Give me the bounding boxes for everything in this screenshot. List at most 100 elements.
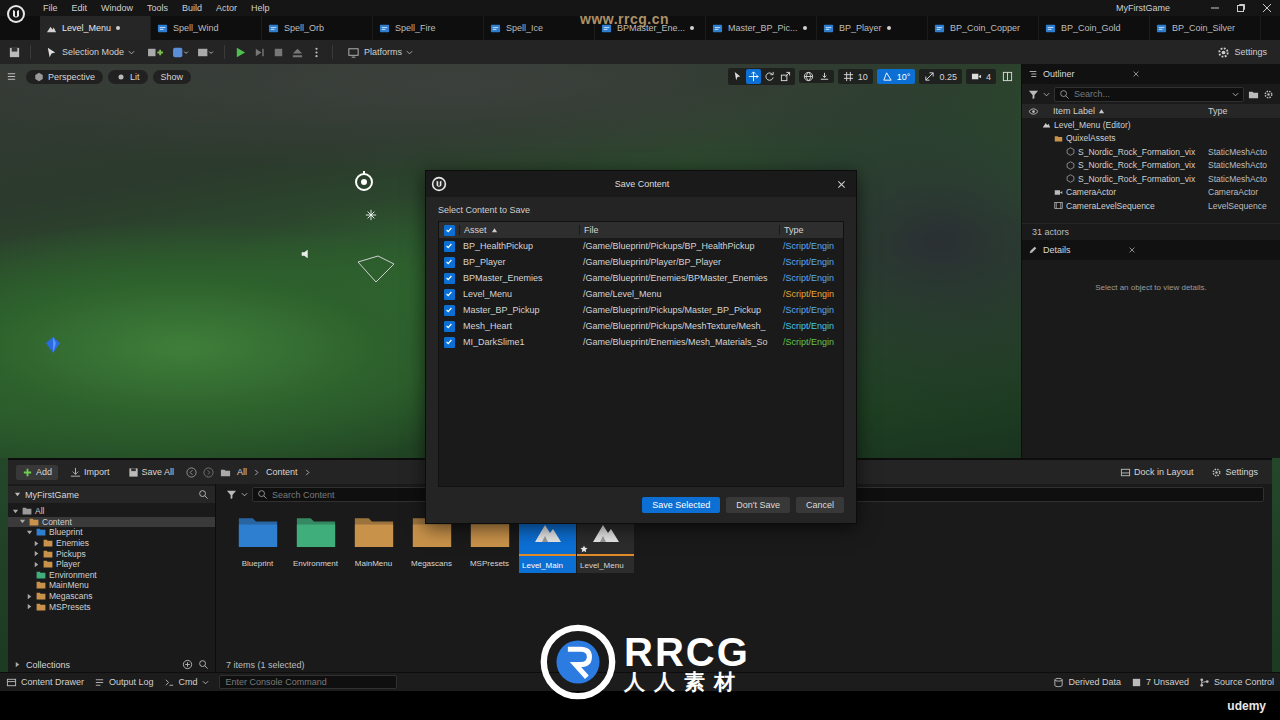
menu-item[interactable]: Build	[175, 1, 209, 15]
expanded-arrow-icon[interactable]	[14, 491, 21, 498]
tree-item[interactable]: Pickups	[8, 548, 215, 559]
import-button[interactable]: Import	[64, 465, 116, 480]
document-tab[interactable]: Level_Menu	[40, 16, 151, 40]
outliner-search-field[interactable]: Search...	[1054, 87, 1244, 102]
cmd-dropdown[interactable]: Cmd	[164, 677, 209, 688]
more-options-icon[interactable]	[310, 46, 323, 59]
table-row[interactable]: BP_HealthPickup/Game/Blueprint/Pickups/B…	[439, 238, 843, 254]
angle-snap-button[interactable]: 10°	[877, 69, 916, 84]
search-icon[interactable]	[198, 489, 209, 500]
move-tool-button[interactable]	[746, 69, 761, 84]
table-row[interactable]: BPMaster_Enemies/Game/Blueprint/Enemies/…	[439, 270, 843, 286]
menu-item[interactable]: Window	[94, 1, 140, 15]
document-tab[interactable]: BP_Player	[817, 16, 928, 40]
rotate-tool-button[interactable]	[762, 69, 777, 84]
select-all-checkbox[interactable]	[444, 225, 455, 236]
scale-tool-button[interactable]	[778, 69, 793, 84]
outliner-tab[interactable]: Outliner	[1022, 64, 1280, 84]
close-icon[interactable]	[1132, 70, 1140, 78]
row-checkbox[interactable]	[444, 337, 455, 348]
collapsed-arrow-icon[interactable]	[14, 661, 21, 668]
collapsed-arrow-icon[interactable]	[33, 540, 40, 547]
close-icon[interactable]	[837, 180, 846, 189]
restore-icon[interactable]	[1236, 3, 1246, 13]
chevron-down-icon[interactable]	[241, 491, 248, 498]
add-folder-icon[interactable]	[1248, 89, 1259, 100]
outliner-row[interactable]: Level_Menu (Editor)	[1022, 118, 1280, 132]
light-source-icon[interactable]	[352, 170, 376, 194]
outliner-row[interactable]: S_Nordic_Rock_Formation_vixStaticMeshAct…	[1022, 145, 1280, 159]
column-header[interactable]: Type	[1208, 106, 1274, 116]
row-checkbox[interactable]	[444, 321, 455, 332]
camera-snap-button[interactable]: 4	[966, 69, 996, 84]
outliner-row[interactable]: S_Nordic_Rock_Formation_vixStaticMeshAct…	[1022, 159, 1280, 173]
unreal-logo-icon[interactable]	[6, 4, 26, 24]
filter-icon[interactable]	[226, 489, 237, 500]
row-checkbox[interactable]	[444, 289, 455, 300]
document-tab[interactable]: BP_Coin_Silver	[1150, 16, 1261, 40]
back-icon[interactable]	[186, 467, 197, 478]
document-tab[interactable]: Spell_Orb	[262, 16, 373, 40]
globe-icon[interactable]	[803, 71, 814, 82]
row-checkbox[interactable]	[444, 257, 455, 268]
save-icon[interactable]	[8, 46, 21, 59]
column-header[interactable]: Item Label	[1043, 106, 1204, 116]
menu-item[interactable]: Tools	[140, 1, 175, 15]
tree-item[interactable]: Environment	[8, 570, 215, 581]
row-checkbox[interactable]	[444, 305, 455, 316]
play-icon[interactable]	[234, 46, 247, 59]
document-tab[interactable]: BP_Coin_Copper	[928, 16, 1039, 40]
document-tab[interactable]: Master_BP_Pic...	[706, 16, 817, 40]
document-tab[interactable]: Spell_Fire	[373, 16, 484, 40]
column-header[interactable]: Type	[779, 225, 843, 235]
row-checkbox[interactable]	[444, 273, 455, 284]
column-header[interactable]: File	[579, 225, 779, 235]
settings-button[interactable]: Settings	[1212, 44, 1272, 61]
expanded-arrow-icon[interactable]	[26, 529, 33, 536]
collapsed-arrow-icon[interactable]	[33, 550, 40, 557]
menu-item[interactable]: File	[36, 1, 65, 15]
collapsed-arrow-icon[interactable]	[33, 561, 40, 568]
show-button[interactable]: Show	[153, 70, 192, 84]
table-row[interactable]: MI_DarkSlime1/Game/Blueprint/Enemies/Mes…	[439, 334, 843, 350]
outliner-row[interactable]: CameraLevelSequenceLevelSequence	[1022, 199, 1280, 213]
asset-tile[interactable]: Blueprint	[229, 510, 286, 573]
table-row[interactable]: Mesh_Heart/Game/Blueprint/Pickups/MeshTe…	[439, 318, 843, 334]
menu-item[interactable]: Edit	[65, 1, 95, 15]
document-tab[interactable]: BP_Coin_Gold	[1039, 16, 1150, 40]
asset-tile[interactable]: MainMenu	[345, 510, 402, 573]
collapsed-arrow-icon[interactable]	[26, 593, 33, 600]
add-button[interactable]: Add	[16, 465, 58, 480]
outliner-row[interactable]: S_Nordic_Rock_Formation_vixStaticMeshAct…	[1022, 172, 1280, 186]
source-control-button[interactable]: Source Control	[1199, 677, 1274, 688]
tree-item[interactable]: Enemies	[8, 538, 215, 549]
filter-icon[interactable]	[1028, 89, 1039, 100]
menu-item[interactable]: Actor	[209, 1, 244, 15]
expanded-arrow-icon[interactable]	[12, 508, 19, 515]
output-log-button[interactable]: Output Log	[94, 677, 154, 688]
cinematics-icon[interactable]	[196, 46, 215, 59]
dialog-button[interactable]: Don't Save	[726, 497, 790, 513]
outliner-row[interactable]: QuixelAssets	[1022, 132, 1280, 146]
eye-icon[interactable]	[1028, 106, 1039, 117]
menu-item[interactable]: Help	[244, 1, 277, 15]
maximize-viewport-icon[interactable]	[1002, 71, 1013, 82]
collapsed-arrow-icon[interactable]	[26, 603, 33, 610]
platforms-dropdown[interactable]: Platforms	[342, 44, 418, 61]
dialog-button[interactable]: Save Selected	[642, 497, 720, 513]
pickup-gem-icon[interactable]	[45, 336, 61, 354]
eject-icon[interactable]	[291, 46, 304, 59]
tree-item[interactable]: Player	[8, 559, 215, 570]
console-input[interactable]: Enter Console Command	[219, 675, 397, 689]
advance-frame-icon[interactable]	[253, 46, 266, 59]
table-row[interactable]: BP_Player/Game/Blueprint/Player/BP_Playe…	[439, 254, 843, 270]
tree-item[interactable]: All	[8, 506, 215, 517]
dialog-button[interactable]: Cancel	[796, 497, 844, 513]
expanded-arrow-icon[interactable]	[19, 518, 26, 525]
blueprint-menu-icon[interactable]	[171, 46, 190, 59]
table-row[interactable]: Master_BP_Pickup/Game/Blueprint/Pickups/…	[439, 302, 843, 318]
sound-icon[interactable]	[300, 248, 312, 260]
lit-button[interactable]: Lit	[108, 70, 148, 84]
derived-data-button[interactable]: Derived Data	[1053, 677, 1121, 688]
unsaved-button[interactable]: 7 Unsaved	[1131, 677, 1189, 688]
